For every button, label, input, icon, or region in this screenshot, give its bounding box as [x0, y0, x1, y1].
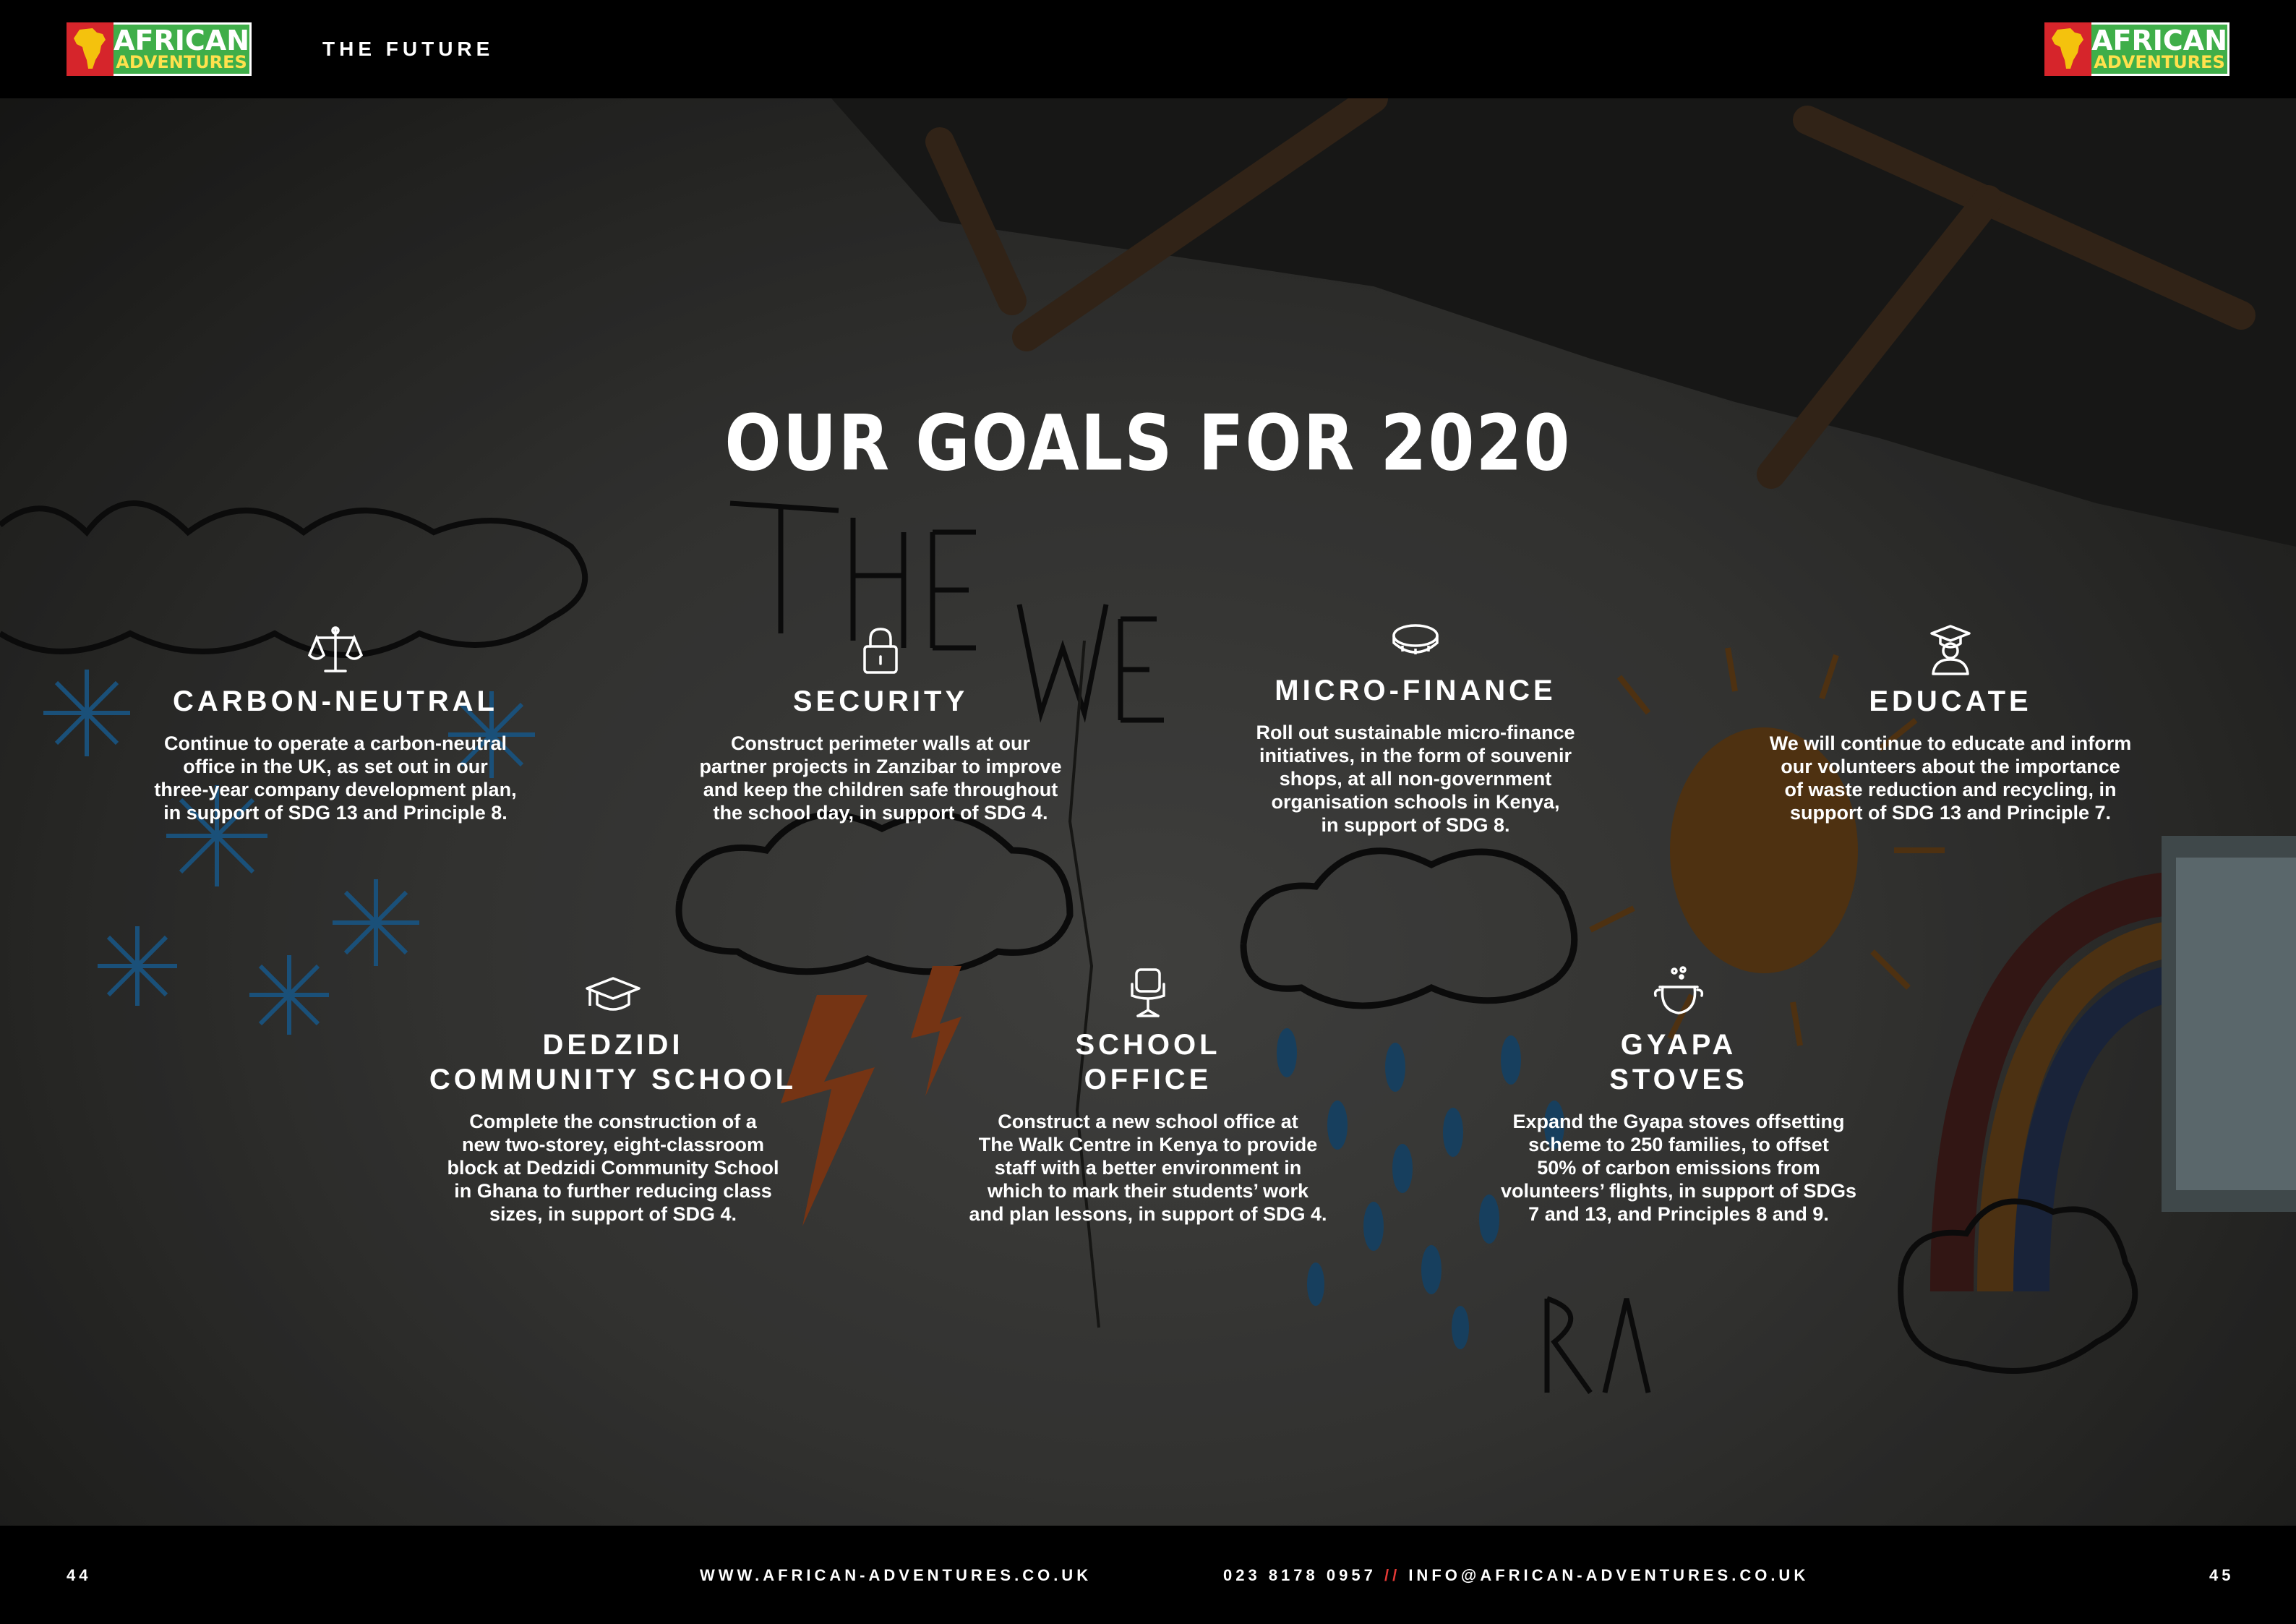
scales-icon	[307, 626, 364, 672]
phone-number[interactable]: 023 8178 0957	[1223, 1566, 1376, 1584]
african-adventures-logo-left[interactable]: AFRICAN ADVENTURES	[67, 22, 252, 76]
page-header: AFRICAN ADVENTURES THE FUTURE AFRICAN AD…	[0, 0, 2296, 98]
goal-description: Expand the Gyapa stoves offsetting schem…	[1500, 1111, 1857, 1225]
goal-gyapa-stoves: GYAPA STOVES Expand the Gyapa stoves off…	[1455, 965, 1903, 1226]
goal-carbon-neutral: CARBON-NEUTRAL Continue to operate a car…	[111, 622, 560, 824]
goal-description: We will continue to educate and inform o…	[1769, 732, 2132, 824]
africa-map-icon	[2044, 22, 2092, 76]
padlock-icon	[863, 628, 898, 674]
logo-line2: ADVENTURES	[2094, 52, 2225, 72]
section-title: THE FUTURE	[322, 38, 494, 60]
graduate-icon	[1930, 625, 1971, 675]
goal-description: Roll out sustainable micro-finance initi…	[1256, 722, 1575, 836]
office-chair-icon	[1131, 968, 1165, 1017]
goal-title: MICRO-FINANCE	[1275, 675, 1556, 706]
logo-line1: AFRICAN	[113, 25, 249, 56]
contact-line: 023 8178 0957 // INFO@AFRICAN-ADVENTURES…	[1223, 1566, 1809, 1585]
goal-dedzidi-community-school: DEDZIDI COMMUNITY SCHOOL Complete the co…	[389, 965, 837, 1226]
email-link[interactable]: INFO@AFRICAN-ADVENTURES.CO.UK	[1408, 1566, 1809, 1584]
mortarboard-icon	[586, 977, 641, 1011]
cooking-pot-icon	[1653, 966, 1704, 1014]
logo-wordmark: AFRICAN ADVENTURES	[2091, 22, 2229, 76]
page-number-right: 45	[2209, 1566, 2235, 1584]
goal-educate: EDUCATE We will continue to educate and …	[1726, 622, 2175, 824]
africa-map-icon	[67, 22, 114, 76]
goal-title: EDUCATE	[1869, 685, 2032, 717]
logo-wordmark: AFRICAN ADVENTURES	[113, 22, 252, 76]
goal-description: Complete the construction of a new two-s…	[447, 1111, 779, 1225]
logo-line2: ADVENTURES	[116, 52, 247, 72]
goal-description: Construct perimeter walls at our partner…	[699, 732, 1062, 824]
goal-title: SECURITY	[792, 685, 969, 717]
separator: //	[1384, 1566, 1401, 1584]
goal-description: Continue to operate a carbon-neutral off…	[154, 732, 517, 824]
goal-title: GYAPA STOVES	[1609, 1029, 1748, 1095]
african-adventures-logo-right[interactable]: AFRICAN ADVENTURES	[2044, 22, 2229, 76]
goal-security: SECURITY Construct perimeter walls at ou…	[656, 622, 1105, 824]
goal-title: DEDZIDI COMMUNITY SCHOOL	[429, 1029, 797, 1095]
goal-title: SCHOOL OFFICE	[1075, 1029, 1221, 1095]
coin-icon	[1392, 624, 1439, 654]
page-heading: OUR GOALS FOR 2020	[724, 398, 1572, 489]
goal-micro-finance: MICRO-FINANCE Roll out sustainable micro…	[1191, 611, 1640, 837]
goal-title: CARBON-NEUTRAL	[173, 685, 498, 717]
logo-line1: AFRICAN	[2091, 25, 2227, 56]
website-link[interactable]: WWW.AFRICAN-ADVENTURES.CO.UK	[700, 1566, 1092, 1585]
goal-school-office: SCHOOL OFFICE Construct a new school off…	[924, 965, 1372, 1226]
page-footer: 44 WWW.AFRICAN-ADVENTURES.CO.UK 023 8178…	[0, 1526, 2296, 1624]
goal-description: Construct a new school office at The Wal…	[969, 1111, 1327, 1225]
page-number-left: 44	[67, 1566, 92, 1584]
